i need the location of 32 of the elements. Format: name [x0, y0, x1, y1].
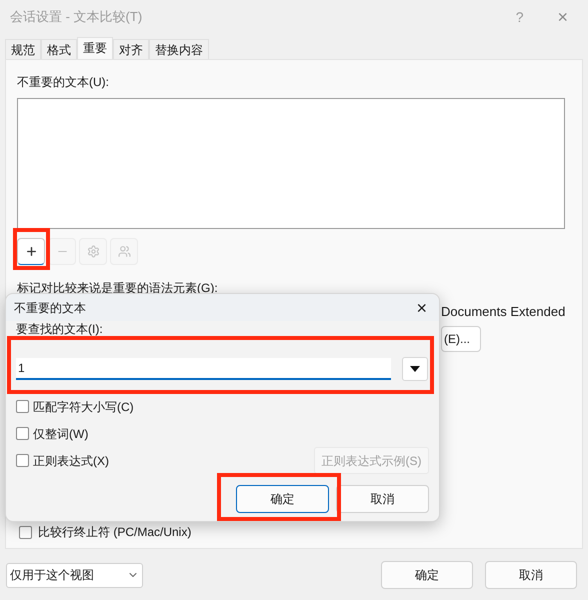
window-title: 会话设置 - 文本比较(T)	[10, 8, 142, 26]
dialog-button[interactable]: 确定	[236, 485, 329, 513]
unimportant-text-label: 不重要的文本(U):	[17, 74, 110, 91]
find-text-field[interactable]: 1	[16, 358, 391, 380]
find-text-label: 要查找的文本(I):	[16, 323, 104, 336]
plus-icon	[24, 245, 38, 258]
tab[interactable]: 重要	[77, 37, 113, 59]
checkbox[interactable]	[16, 400, 29, 413]
checkbox-label: 正则表达式(X)	[33, 452, 109, 470]
tab[interactable]: 格式	[41, 39, 77, 59]
checkbox[interactable]	[19, 526, 32, 538]
tab[interactable]: 规范	[5, 39, 41, 59]
checkbox[interactable]	[16, 454, 29, 467]
dialog-button[interactable]: 取消	[485, 561, 577, 589]
checkbox-label: 匹配字符大小写(C)	[33, 398, 134, 416]
dialog-title: 不重要的文本	[14, 300, 86, 316]
people-icon	[118, 245, 130, 258]
dialog-button[interactable]: 确定	[381, 561, 473, 589]
history-dropdown-button[interactable]	[402, 357, 428, 381]
option-label: Documents Extended	[441, 303, 566, 321]
tab[interactable]: 替换内容	[149, 39, 209, 59]
scope-dropdown[interactable]: 仅用于这个视图	[6, 562, 143, 588]
tab[interactable]: 对齐	[113, 39, 149, 59]
checkbox[interactable]	[16, 427, 29, 440]
checkbox-label: 比较行终止符 (PC/Mac/Unix)	[38, 524, 192, 541]
checkbox-label: 仅整词(W)	[33, 426, 88, 442]
dialog-button[interactable]: 取消	[336, 485, 429, 513]
caret-down-icon	[410, 366, 420, 372]
edit-button[interactable]: (E)...	[441, 326, 481, 352]
add-button[interactable]	[17, 238, 45, 265]
settings-icon	[86, 245, 100, 258]
close-button[interactable]: ×	[416, 298, 431, 316]
